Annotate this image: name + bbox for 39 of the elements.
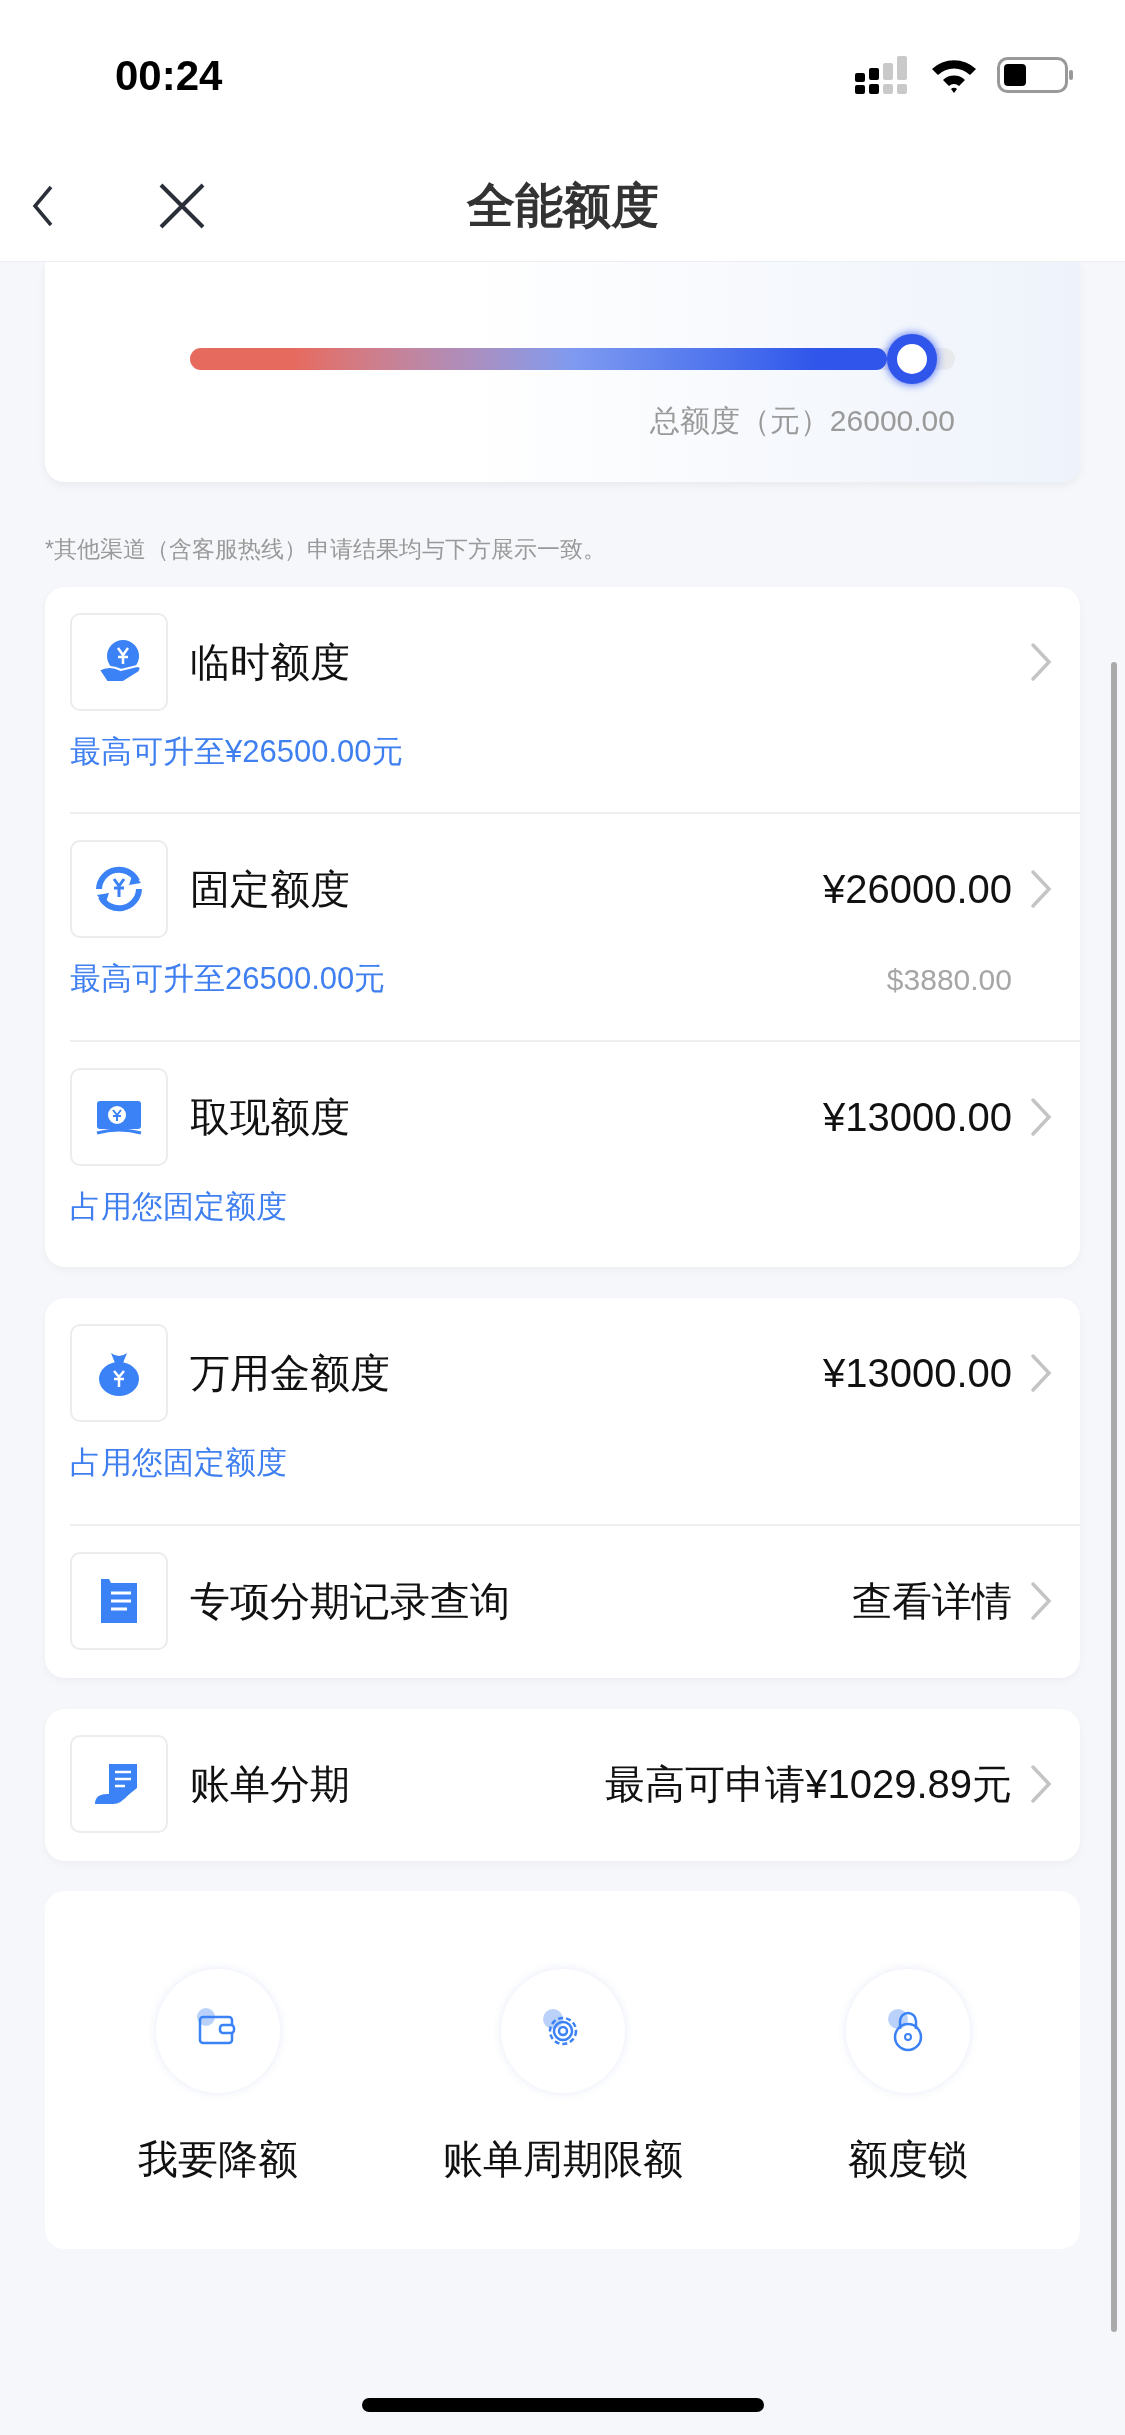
close-icon bbox=[158, 181, 206, 230]
chevron-right-icon bbox=[1030, 1096, 1052, 1137]
chevron-right-icon bbox=[1030, 1763, 1052, 1804]
limit-row[interactable]: 账单分期 最高可申请¥1029.89元 bbox=[70, 1708, 1080, 1861]
disclaimer-note: *其他渠道（含客服热线）申请结果均与下方展示一致。 bbox=[45, 535, 607, 564]
chevron-right-icon bbox=[1030, 1353, 1052, 1393]
row-value: 查看详情 bbox=[852, 1577, 1012, 1625]
row-secondary-amount: $3880.00 bbox=[886, 961, 1012, 998]
limit-row[interactable]: 临时额度 最高可升至¥26500.00元 bbox=[70, 586, 1080, 812]
battery-icon bbox=[997, 57, 1075, 93]
chevron-right-icon bbox=[1030, 641, 1052, 682]
action-button[interactable]: 账单周期限额 bbox=[390, 1968, 735, 2249]
row-title: 临时额度 bbox=[190, 638, 350, 686]
row-title: 取现额度 bbox=[190, 1093, 350, 1141]
limit-row[interactable]: 万用金额度 ¥13000.00 占用您固定额度 bbox=[70, 1298, 1080, 1524]
status-time: 00:24 bbox=[115, 50, 223, 101]
row-title: 万用金额度 bbox=[190, 1350, 390, 1397]
limit-row[interactable]: 专项分期记录查询 查看详情 bbox=[70, 1523, 1080, 1678]
chevron-right-icon bbox=[1030, 869, 1052, 909]
row-title: 固定额度 bbox=[190, 866, 350, 913]
action-button[interactable]: 我要降额 bbox=[45, 1968, 390, 2249]
row-subtitle: 占用您固定额度 bbox=[70, 1187, 287, 1226]
row-value: ¥13000.00 bbox=[822, 1350, 1012, 1397]
row-subtitle: 占用您固定额度 bbox=[70, 1444, 287, 1482]
limit-row[interactable]: 固定额度 ¥26000.00 最高可升至26500.00元 $3880.00 bbox=[70, 812, 1080, 1040]
row-value: ¥13000.00 bbox=[822, 1093, 1012, 1141]
page-title: 全能额度 bbox=[466, 177, 659, 234]
total-limit-label: 总额度（元）26000.00 bbox=[649, 403, 955, 439]
row-subtitle: 最高可升至26500.00元 bbox=[70, 960, 386, 998]
row-title: 账单分期 bbox=[190, 1760, 350, 1808]
limit-row[interactable]: 取现额度 ¥13000.00 占用您固定额度 bbox=[70, 1039, 1080, 1267]
chevron-right-icon bbox=[1030, 1580, 1052, 1621]
chevron-left-icon bbox=[32, 183, 54, 228]
slider-thumb[interactable] bbox=[887, 334, 938, 384]
action-button[interactable]: 额度锁 bbox=[735, 1968, 1080, 2249]
row-subtitle: 最高可升至¥26500.00元 bbox=[70, 732, 403, 771]
row-title: 专项分期记录查询 bbox=[190, 1577, 510, 1625]
row-value: 最高可申请¥1029.89元 bbox=[605, 1760, 1012, 1808]
row-value: ¥26000.00 bbox=[822, 866, 1012, 913]
